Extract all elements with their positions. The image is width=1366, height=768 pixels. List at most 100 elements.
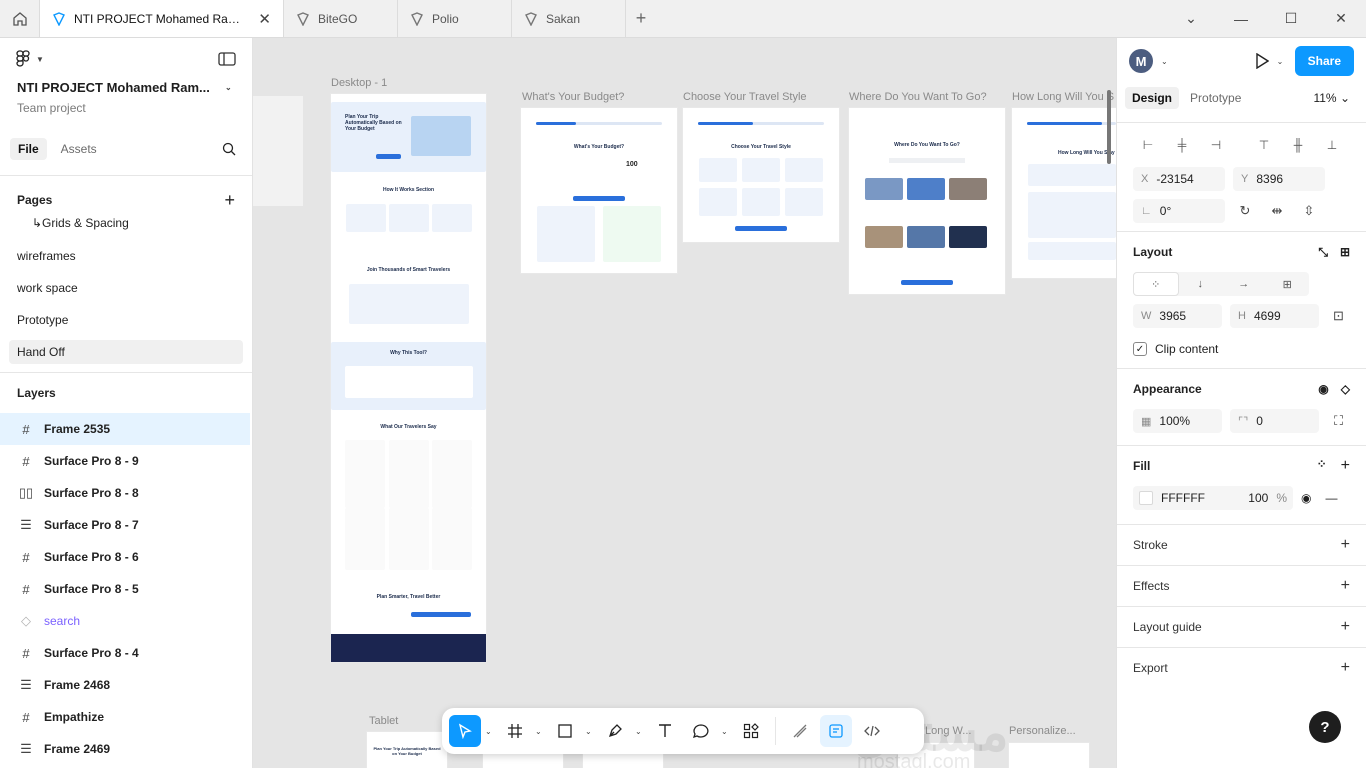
fill-swatch[interactable] — [1139, 491, 1153, 505]
rectangle-tool-icon[interactable] — [549, 715, 581, 747]
chevron-down-icon[interactable]: ⌄ — [485, 727, 495, 736]
collapse-icon[interactable]: ⤡ — [1318, 245, 1328, 260]
add-stroke-icon[interactable]: + — [1341, 536, 1350, 554]
resize-to-fit-icon[interactable]: ⊡ — [1327, 304, 1350, 328]
flip-horizontal-icon[interactable]: ⇹ — [1265, 199, 1289, 223]
layer-item[interactable]: # Empathize — [0, 701, 252, 733]
chevron-down-icon[interactable]: ⌄ — [721, 727, 731, 736]
tab-design[interactable]: Design — [1125, 87, 1180, 109]
width-field[interactable]: W 3965 — [1133, 304, 1222, 328]
project-title[interactable]: NTI PROJECT Mohamed Ram... ⌄ — [0, 80, 252, 95]
frame-label[interactable]: Choose Your Travel Style — [683, 91, 807, 103]
align-bottom-icon[interactable]: ⊥ — [1317, 133, 1347, 157]
pen-tool-icon[interactable] — [599, 715, 631, 747]
auto-layout-icon[interactable]: ⊞ — [1340, 245, 1350, 260]
layout-horizontal-icon[interactable]: → — [1222, 272, 1266, 296]
chevron-down-icon[interactable]: ⌄ — [1166, 10, 1216, 27]
chevron-down-icon[interactable]: ⌄ — [635, 727, 645, 736]
comment-tool-icon[interactable] — [685, 715, 717, 747]
maximize-icon[interactable]: ☐ — [1266, 10, 1316, 27]
move-tool-icon[interactable] — [449, 715, 481, 747]
layout-freeform-icon[interactable]: ⁘ — [1133, 272, 1179, 296]
close-tab-icon[interactable]: ✕ — [258, 10, 271, 28]
main-menu-button[interactable]: ▼ — [16, 50, 46, 68]
home-icon[interactable] — [0, 0, 40, 37]
layer-item[interactable]: # Surface Pro 8 - 6 — [0, 541, 252, 573]
tab-bitego[interactable]: BiteGO — [284, 0, 398, 37]
scrollbar[interactable] — [1107, 90, 1111, 164]
layer-item[interactable]: # Surface Pro 8 - 4 — [0, 637, 252, 669]
frame-travel-style[interactable]: Choose Your Travel Style — [683, 108, 839, 242]
close-window-icon[interactable]: ✕ — [1316, 10, 1366, 27]
layout-vertical-icon[interactable]: ↓ — [1179, 272, 1223, 296]
page-item[interactable]: Prototype — [0, 304, 252, 336]
page-item-selected[interactable]: Hand Off — [9, 340, 243, 364]
x-field[interactable]: X -23154 — [1133, 167, 1225, 191]
layer-item[interactable]: ▯▯ Surface Pro 8 - 8 — [0, 477, 252, 509]
align-right-icon[interactable]: ⊣ — [1201, 133, 1231, 157]
frame-label[interactable]: How Long Will You S — [1012, 91, 1116, 103]
align-top-icon[interactable]: ⊤ — [1249, 133, 1279, 157]
dev-mode-icon[interactable] — [856, 715, 888, 747]
chevron-down-icon[interactable]: ⌄ — [585, 727, 595, 736]
zoom-level[interactable]: 11% ⌄ — [1313, 91, 1350, 105]
eye-icon[interactable]: ◉ — [1301, 491, 1311, 505]
add-page-icon[interactable]: + — [224, 190, 235, 211]
page-item[interactable]: wireframes — [0, 240, 252, 272]
remove-fill-icon[interactable]: — — [1325, 491, 1337, 505]
frame-label-tablet[interactable]: Tablet — [369, 715, 398, 727]
styles-icon[interactable]: ⁘ — [1317, 457, 1327, 475]
tab-file[interactable]: File — [10, 138, 47, 160]
canvas[interactable]: Desktop - 1 Plan Your Trip Automatically… — [253, 38, 1116, 768]
tab-prototype[interactable]: Prototype — [1183, 87, 1248, 109]
chevron-down-icon[interactable]: ⌄ — [535, 727, 545, 736]
rotation-field[interactable]: ∟ 0° — [1133, 199, 1225, 223]
chevron-down-icon[interactable]: ⌄ — [1161, 57, 1171, 66]
help-button[interactable]: ? — [1309, 711, 1341, 743]
add-effect-icon[interactable]: + — [1341, 577, 1350, 595]
search-icon[interactable] — [222, 142, 236, 156]
actions-tool-icon[interactable] — [735, 715, 767, 747]
draw-mode-icon[interactable] — [784, 715, 816, 747]
frame-desktop-1[interactable]: Plan Your Trip Automatically Based on Yo… — [331, 94, 486, 662]
frame-label-desktop[interactable]: Desktop - 1 — [331, 77, 387, 89]
layer-item[interactable]: ◇ search — [0, 605, 252, 637]
layer-item[interactable]: # Frame 2535 — [0, 413, 250, 445]
frame-thumb[interactable] — [1009, 743, 1089, 768]
text-tool-icon[interactable] — [649, 715, 681, 747]
add-export-icon[interactable]: + — [1341, 659, 1350, 677]
tab-nti-project[interactable]: NTI PROJECT Mohamed Ramadan ✕ — [40, 0, 284, 37]
sidebar-toggle-icon[interactable] — [218, 52, 236, 66]
layer-item[interactable]: ☰ Frame 2469 — [0, 733, 252, 765]
page-item[interactable]: work space — [0, 272, 252, 304]
fill-field[interactable]: FFFFFF 100 % — [1133, 486, 1293, 510]
avatar[interactable]: M — [1129, 49, 1153, 73]
frame-tablet[interactable]: Plan Your Trip Automatically Based on Yo… — [367, 732, 447, 768]
new-tab-button[interactable]: + — [626, 0, 656, 37]
frame-where[interactable]: Where Do You Want To Go? — [849, 108, 1005, 294]
frame-budget[interactable]: What's Your Budget? 100 — [521, 108, 677, 273]
align-center-v-icon[interactable]: ╫ — [1283, 133, 1313, 157]
chevron-down-icon[interactable]: ⌄ — [1277, 57, 1287, 66]
layer-item[interactable]: ☰ Frame 2468 — [0, 669, 252, 701]
design-mode-icon[interactable] — [820, 715, 852, 747]
add-fill-icon[interactable]: + — [1341, 457, 1350, 475]
frame-label[interactable]: Where Do You Want To Go? — [849, 91, 987, 103]
frame-how-long[interactable]: How Long Will You Stay — [1012, 108, 1116, 278]
tab-polio[interactable]: Polio — [398, 0, 512, 37]
add-layout-guide-icon[interactable]: + — [1341, 618, 1350, 636]
frame-tool-icon[interactable] — [499, 715, 531, 747]
tab-sakan[interactable]: Sakan — [512, 0, 626, 37]
flip-vertical-icon[interactable]: ⇳ — [1297, 199, 1321, 223]
frame-label[interactable]: What's Your Budget? — [522, 91, 624, 103]
layout-grid-icon[interactable]: ⊞ — [1266, 272, 1310, 296]
independent-corners-icon[interactable]: ⛶ — [1327, 409, 1350, 433]
tab-assets[interactable]: Assets — [53, 138, 105, 160]
share-button[interactable]: Share — [1294, 46, 1354, 76]
play-icon[interactable] — [1255, 53, 1269, 69]
y-field[interactable]: Y 8396 — [1233, 167, 1325, 191]
opacity-field[interactable]: ▦ 100% — [1133, 409, 1222, 433]
frame-offscreen[interactable] — [253, 96, 303, 206]
frame-label[interactable]: Personalize... — [1009, 725, 1076, 737]
align-left-icon[interactable]: ⊢ — [1133, 133, 1163, 157]
